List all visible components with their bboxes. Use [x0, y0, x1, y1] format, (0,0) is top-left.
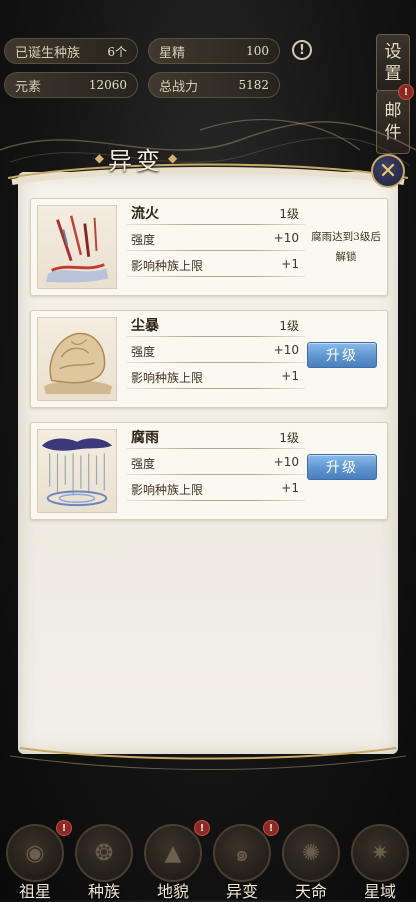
nav-destiny[interactable]: ✺ 天命 — [278, 820, 344, 901]
planet-icon: ◉ — [6, 824, 64, 882]
panel-title-plate: ◆ 异变 ◆ — [84, 140, 188, 176]
terrain-icon: ▲ — [144, 824, 202, 882]
strength-label: 强度 — [131, 345, 156, 359]
panel-title: 异变 — [108, 146, 164, 175]
strength-row: 强度 +10 — [127, 453, 305, 475]
total-power-value: 5182 — [238, 78, 269, 92]
mutation-level: 1级 — [279, 431, 299, 445]
mutation-card-dust-storm: 尘暴 1级 强度 +10 影响种族上限 +1 升级 — [30, 310, 388, 408]
total-power-label: 总战力 — [159, 79, 199, 95]
nav-badge: ! — [56, 820, 72, 836]
mail-badge: ! — [398, 84, 414, 100]
star-domain-icon: ✷ — [351, 824, 409, 882]
bottom-nav: ◉ 祖星 ! ❂ 种族 ▲ 地貌 ! ๑ 异变 ! ✺ 天命 ✷ 星域 — [0, 820, 416, 901]
settings-char-2: 置 — [384, 64, 402, 84]
title-left-ornament-icon: ◆ — [94, 151, 104, 165]
upgrade-button[interactable]: 升级 — [307, 342, 377, 368]
strength-row: 强度 +10 — [127, 341, 305, 363]
upgrade-button[interactable]: 升级 — [307, 454, 377, 480]
strength-value: +10 — [273, 343, 299, 357]
nav-label: 种族 — [87, 882, 120, 901]
nav-badge: ! — [263, 820, 279, 836]
mutation-level: 1级 — [279, 207, 299, 221]
mutation-name-row: 流火 1级 — [127, 203, 305, 225]
race-cap-row: 影响种族上限 +1 — [127, 367, 305, 389]
element-label: 元素 — [15, 79, 42, 95]
strength-value: +10 — [273, 231, 299, 245]
info-alert-icon[interactable]: ! — [292, 40, 312, 60]
race-cap-label: 影响种族上限 — [131, 371, 204, 385]
mutation-level: 1级 — [279, 319, 299, 333]
star-essence-value: 100 — [246, 44, 269, 58]
panel-bottom-border — [9, 747, 407, 770]
settings-char-1: 设 — [384, 42, 402, 62]
mutation-name: 尘暴 — [131, 318, 159, 334]
strength-label: 强度 — [131, 457, 156, 471]
race-cap-value: +1 — [281, 369, 299, 383]
nav-label: 祖星 — [18, 882, 51, 901]
nav-label: 天命 — [294, 882, 327, 901]
races-born-value: 6个 — [107, 44, 127, 59]
total-power-stat: 总战力 5182 — [148, 72, 280, 98]
race-cap-row: 影响种族上限 +1 — [127, 479, 305, 501]
star-essence-label: 星精 — [159, 45, 186, 61]
mutation-card-flowing-fire: 流火 1级 强度 +10 影响种族上限 +1 腐雨达到3级后解锁 — [30, 198, 388, 296]
nav-star-domain[interactable]: ✷ 星域 — [347, 820, 413, 901]
mutation-name-row: 腐雨 1级 — [127, 427, 305, 449]
panel-top-border — [8, 163, 408, 185]
mutation-name: 腐雨 — [131, 430, 159, 446]
nav-badge: ! — [194, 820, 210, 836]
mutation-card-corrosive-rain: 腐雨 1级 强度 +10 影响种族上限 +1 升级 — [30, 422, 388, 520]
strength-row: 强度 +10 — [127, 229, 305, 251]
race-icon: ❂ — [75, 824, 133, 882]
race-cap-label: 影响种族上限 — [131, 483, 204, 497]
nav-label: 星域 — [363, 882, 396, 901]
dust-storm-icon — [37, 317, 117, 401]
mutation-name: 流火 — [131, 206, 159, 222]
unlock-requirement-text: 腐雨达到3级后解锁 — [311, 231, 381, 263]
nav-terrain[interactable]: ▲ 地貌 ! — [140, 820, 210, 901]
nav-races[interactable]: ❂ 种族 — [71, 820, 137, 901]
destiny-icon: ✺ — [282, 824, 340, 882]
star-essence-stat: 星精 100 — [148, 38, 280, 64]
title-right-ornament-icon: ◆ — [168, 151, 178, 165]
element-value: 12060 — [88, 78, 127, 92]
race-cap-label: 影响种族上限 — [131, 259, 204, 273]
race-cap-row: 影响种族上限 +1 — [127, 255, 305, 277]
mutation-swirl-icon: ๑ — [213, 824, 271, 882]
nav-label: 异变 — [225, 882, 258, 901]
races-born-label: 已诞生种族 — [15, 45, 81, 61]
flowing-fire-icon — [37, 205, 117, 289]
strength-label: 强度 — [131, 233, 156, 247]
mutation-name-row: 尘暴 1级 — [127, 315, 305, 337]
race-cap-value: +1 — [281, 257, 299, 271]
element-stat: 元素 12060 — [4, 72, 138, 98]
nav-mutation[interactable]: ๑ 异变 ! — [209, 820, 279, 901]
nav-label: 地貌 — [156, 882, 189, 901]
close-icon[interactable]: ✕ — [371, 154, 405, 188]
race-cap-value: +1 — [281, 481, 299, 495]
corrosive-rain-icon — [37, 429, 117, 513]
strength-value: +10 — [273, 455, 299, 469]
races-born-stat: 已诞生种族 6个 — [4, 38, 138, 64]
nav-ancestor-star[interactable]: ◉ 祖星 ! — [2, 820, 72, 901]
